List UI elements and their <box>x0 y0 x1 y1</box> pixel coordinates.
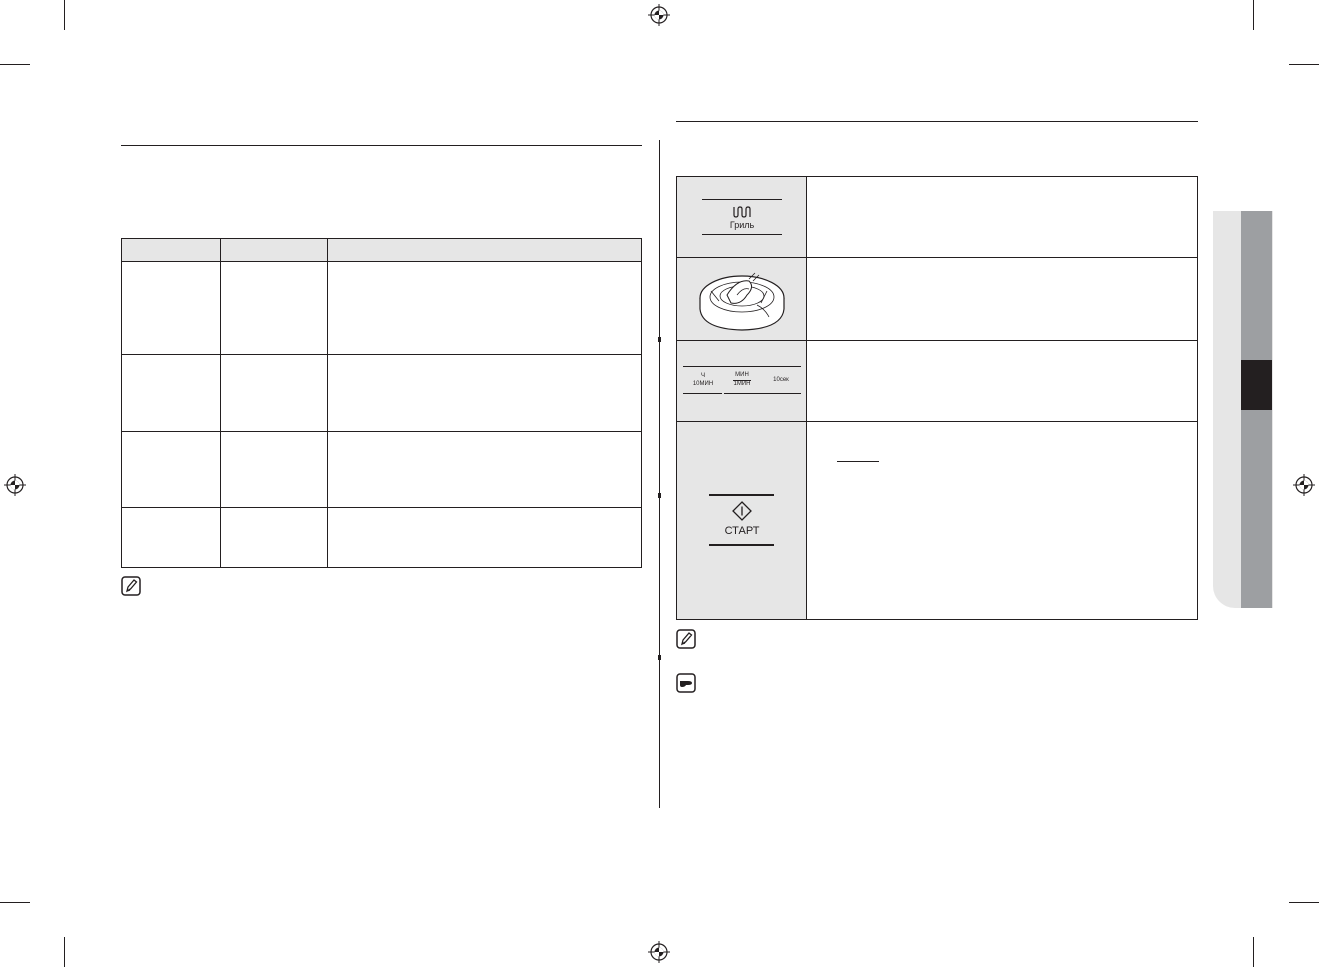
gutter-tick <box>658 493 661 498</box>
crop-mark <box>64 937 65 967</box>
time-key-1min: 1МИН <box>733 381 751 387</box>
time-key-hour: Ч <box>701 373 705 379</box>
crop-mark <box>1253 0 1254 30</box>
time-key-min: МИН <box>735 372 749 378</box>
registration-mark-icon <box>1293 474 1315 496</box>
time-key-10sec: 10сек <box>773 377 789 383</box>
row-divider <box>677 257 1197 258</box>
start-diamond-icon <box>732 501 752 521</box>
note-pencil-icon <box>121 576 141 596</box>
image-column <box>677 177 807 619</box>
table-header-row <box>122 239 641 262</box>
left-section-rule <box>121 145 642 146</box>
gutter-tick <box>658 337 661 342</box>
column-divider <box>327 239 328 567</box>
pointing-hand-icon <box>676 673 696 693</box>
start-key-label: СТАРТ <box>724 525 760 537</box>
crop-mark <box>0 902 30 903</box>
grill-key-label: Гриль <box>729 220 755 230</box>
time-key-10min: 10МИН <box>692 381 714 387</box>
gutter-tick <box>658 655 661 660</box>
row-divider <box>122 431 641 432</box>
row-divider <box>122 507 641 508</box>
crop-mark <box>0 64 30 65</box>
row-divider <box>677 340 1197 341</box>
time-keys-top-line <box>683 366 801 367</box>
time-keys-bottom-line-1 <box>683 393 722 394</box>
row-divider <box>677 421 1197 422</box>
crop-mark <box>1253 937 1254 967</box>
start-key-top-line <box>709 494 774 496</box>
crop-mark <box>64 0 65 30</box>
text-underline <box>837 461 879 462</box>
start-key-bottom-line <box>709 544 774 546</box>
registration-mark-icon <box>4 474 26 496</box>
right-table: Гриль Ч 10МИН МИН 1МИН 10сек СТАРТ <box>676 176 1198 620</box>
registration-mark-icon <box>648 4 670 26</box>
chapter-tab-active-marker <box>1241 360 1272 410</box>
column-divider <box>220 239 221 567</box>
page-gutter <box>659 140 660 808</box>
row-divider <box>122 354 641 355</box>
time-keys-bottom-line-2 <box>724 393 801 394</box>
crop-mark <box>1289 64 1319 65</box>
left-table <box>121 238 642 568</box>
dial-knob-icon <box>699 272 785 331</box>
crop-mark <box>1289 902 1319 903</box>
note-pencil-icon <box>676 629 696 649</box>
grill-key-bottom-line <box>702 234 782 235</box>
right-section-rule <box>676 121 1198 122</box>
grill-wave-icon <box>733 206 751 218</box>
grill-key-top-line <box>702 199 782 200</box>
registration-mark-icon <box>648 941 670 963</box>
